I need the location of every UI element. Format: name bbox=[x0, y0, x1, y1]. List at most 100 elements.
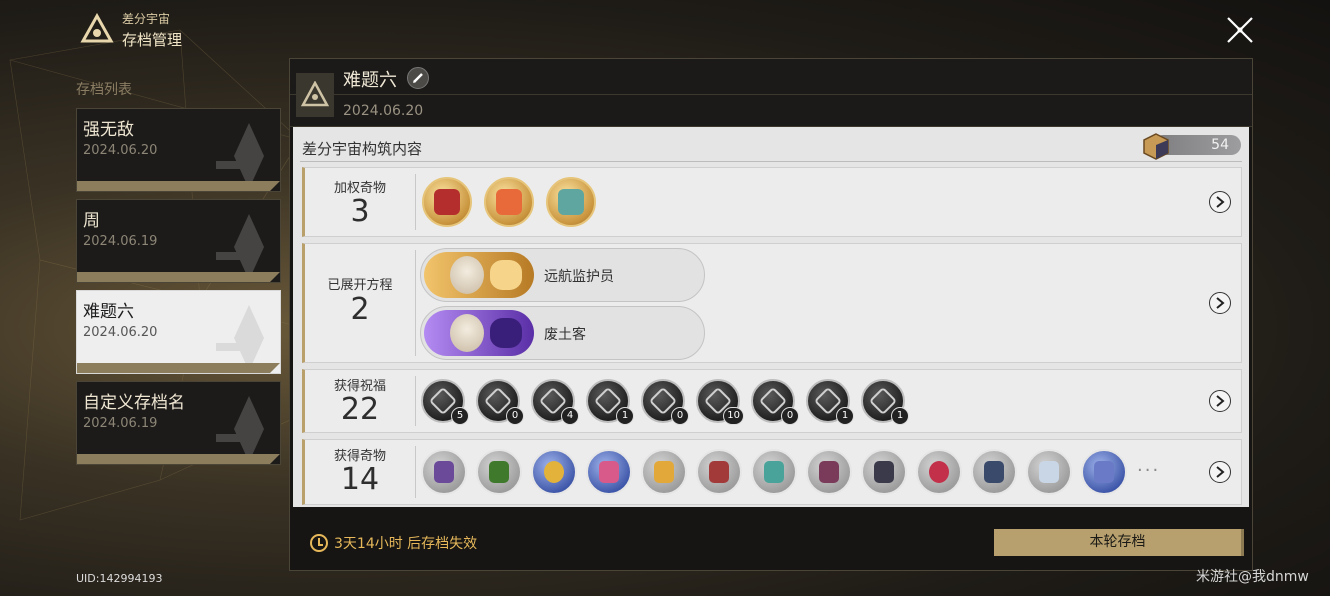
row-separator bbox=[415, 174, 416, 230]
save-card[interactable]: 强无敌 2024.06.20 bbox=[76, 108, 281, 192]
panel-logo bbox=[296, 73, 334, 117]
card-bottom-bar bbox=[77, 272, 280, 282]
card-bottom-bar bbox=[77, 454, 280, 464]
blessing-count-badge: 0 bbox=[506, 407, 524, 425]
watermark: 米游社@我dnmw bbox=[1196, 569, 1309, 585]
blessing-count-badge: 5 bbox=[451, 407, 469, 425]
curio-icon[interactable] bbox=[641, 449, 687, 495]
save-card-selected[interactable]: 难题六 2024.06.20 bbox=[76, 290, 281, 374]
blessing-count-badge: 1 bbox=[836, 407, 854, 425]
save-list-title: 存档列表 bbox=[76, 82, 132, 98]
brand-header: 差分宇宙 存档管理 bbox=[80, 10, 182, 50]
blessing-path-icon[interactable]: 0 bbox=[476, 379, 524, 425]
row-separator bbox=[415, 250, 416, 356]
blessing-count-badge: 0 bbox=[671, 407, 689, 425]
blessing-path-icon[interactable]: 4 bbox=[531, 379, 579, 425]
card-bottom-bar bbox=[77, 181, 280, 191]
row-count: 2 bbox=[350, 292, 370, 327]
weighted-curio-icon[interactable] bbox=[546, 177, 596, 227]
save-name: 周 bbox=[83, 211, 100, 231]
row-count: 14 bbox=[340, 462, 380, 497]
equation-thumbnail bbox=[424, 252, 534, 298]
user-id: UID:142994193 bbox=[76, 572, 163, 585]
clock-icon bbox=[310, 534, 328, 552]
cube-icon bbox=[1143, 133, 1169, 160]
save-card[interactable]: 周 2024.06.19 bbox=[76, 199, 281, 283]
curios-row: 获得奇物 14 ··· bbox=[302, 439, 1242, 505]
save-date: 2024.06.20 bbox=[343, 103, 424, 119]
weighted-curios-row: 加权奇物 3 bbox=[302, 167, 1242, 237]
header-divider bbox=[290, 59, 1252, 95]
save-card[interactable]: 自定义存档名 2024.06.19 bbox=[76, 381, 281, 465]
curio-icon[interactable] bbox=[861, 449, 907, 495]
counter-value: 54 bbox=[1211, 137, 1229, 153]
universe-logo-icon bbox=[80, 13, 114, 43]
expiry-text: 3天14小时 后存档失效 bbox=[334, 536, 478, 552]
blessings-row: 获得祝福 22 5 0 4 1 0 10 0 1 1 bbox=[302, 369, 1242, 433]
blessing-path-icon[interactable]: 5 bbox=[421, 379, 469, 425]
build-content: 差分宇宙构筑内容 54 加权奇物 3 已展开方程 2 远航监护员 废土客 获得祝… bbox=[293, 127, 1249, 507]
equation-thumbnail bbox=[424, 310, 534, 356]
curio-icon[interactable] bbox=[421, 449, 467, 495]
equation-item[interactable]: 远航监护员 bbox=[420, 248, 705, 302]
close-icon[interactable] bbox=[1222, 12, 1258, 48]
more-indicator: ··· bbox=[1137, 460, 1161, 481]
expiry-timer: 3天14小时 后存档失效 bbox=[310, 533, 477, 553]
blessing-path-icon[interactable]: 0 bbox=[641, 379, 689, 425]
equation-name: 废土客 bbox=[544, 327, 586, 343]
weighted-curio-icon[interactable] bbox=[422, 177, 472, 227]
curio-icon[interactable] bbox=[476, 449, 522, 495]
curio-icon[interactable] bbox=[1081, 449, 1127, 495]
save-date: 2024.06.20 bbox=[83, 325, 158, 340]
blessing-count-badge: 4 bbox=[561, 407, 579, 425]
save-name: 强无敌 bbox=[83, 120, 134, 140]
row-count: 22 bbox=[340, 392, 380, 427]
save-name: 难题六 bbox=[83, 302, 134, 322]
row-separator bbox=[415, 446, 416, 498]
expand-arrow-button[interactable] bbox=[1209, 461, 1231, 483]
expand-arrow-button[interactable] bbox=[1209, 390, 1231, 412]
blessing-path-icon[interactable]: 10 bbox=[696, 379, 744, 425]
save-date: 2024.06.20 bbox=[83, 143, 158, 158]
curio-icon[interactable] bbox=[916, 449, 962, 495]
blessing-path-icon[interactable]: 1 bbox=[586, 379, 634, 425]
pencil-icon bbox=[413, 73, 423, 83]
save-date: 2024.06.19 bbox=[83, 234, 158, 249]
blessing-path-icon[interactable]: 1 bbox=[861, 379, 909, 425]
blessing-count-badge: 1 bbox=[616, 407, 634, 425]
row-count: 3 bbox=[350, 194, 370, 229]
page-title: 存档管理 bbox=[122, 31, 183, 49]
expand-arrow-button[interactable] bbox=[1209, 191, 1231, 213]
universe-logo-icon bbox=[301, 81, 329, 107]
equation-name: 远航监护员 bbox=[544, 269, 614, 285]
panel-header: 难题六 2024.06.20 bbox=[290, 59, 1252, 127]
curio-icon[interactable] bbox=[751, 449, 797, 495]
blessing-path-icon[interactable]: 1 bbox=[806, 379, 854, 425]
curio-icon[interactable] bbox=[696, 449, 742, 495]
save-date: 2024.06.19 bbox=[83, 416, 158, 431]
save-name: 自定义存档名 bbox=[83, 393, 185, 413]
cube-counter: 54 bbox=[1141, 133, 1241, 160]
card-bottom-bar bbox=[77, 363, 280, 373]
weighted-curio-icon[interactable] bbox=[484, 177, 534, 227]
save-run-button[interactable]: 本轮存档 bbox=[994, 529, 1244, 556]
blessing-path-icon[interactable]: 0 bbox=[751, 379, 799, 425]
row-separator bbox=[415, 376, 416, 426]
expand-arrow-button[interactable] bbox=[1209, 292, 1231, 314]
row-label: 已展开方程 bbox=[327, 278, 393, 293]
section-title: 差分宇宙构筑内容 bbox=[302, 140, 423, 158]
edit-name-button[interactable] bbox=[407, 67, 429, 89]
blessing-count-badge: 0 bbox=[781, 407, 799, 425]
blessing-count-badge: 1 bbox=[891, 407, 909, 425]
curio-icon[interactable] bbox=[971, 449, 1017, 495]
curio-icon[interactable] bbox=[1026, 449, 1072, 495]
equations-row: 已展开方程 2 远航监护员 废土客 bbox=[302, 243, 1242, 363]
brand-subtitle: 差分宇宙 bbox=[122, 12, 171, 26]
blessing-count-badge: 10 bbox=[723, 407, 744, 425]
save-title: 难题六 bbox=[343, 70, 397, 91]
divider bbox=[300, 161, 1242, 162]
curio-icon[interactable] bbox=[531, 449, 577, 495]
curio-icon[interactable] bbox=[586, 449, 632, 495]
curio-icon[interactable] bbox=[806, 449, 852, 495]
equation-item[interactable]: 废土客 bbox=[420, 306, 705, 360]
